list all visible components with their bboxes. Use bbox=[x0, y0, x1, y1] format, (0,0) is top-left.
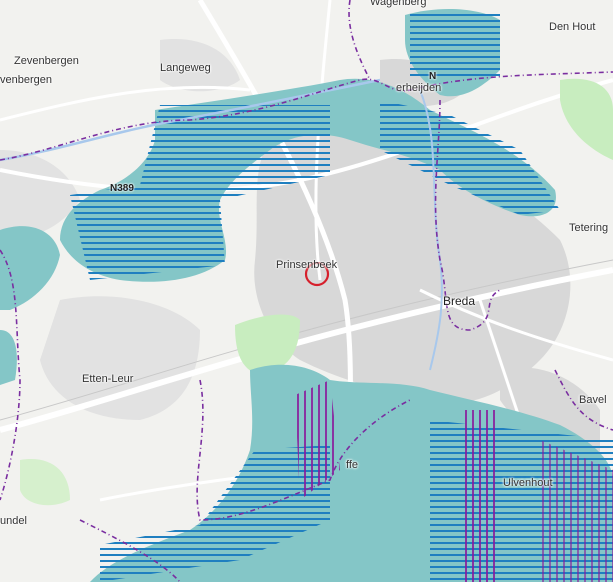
place-label-ulvenhout: Ulvenhout bbox=[503, 477, 553, 489]
place-label-zevenbergen-partial: venbergen bbox=[0, 74, 52, 86]
place-label-zevenbergen: Zevenbergen bbox=[14, 55, 79, 67]
place-label-den-hout: Den Hout bbox=[549, 21, 596, 33]
place-label-wagenberg: Wagenberg bbox=[370, 0, 427, 8]
place-label-rucphen-partial: undel bbox=[0, 515, 27, 527]
road-label-n389: N389 bbox=[110, 183, 134, 194]
place-label-terheijden: erheijden bbox=[396, 82, 442, 94]
place-label-breda: Breda bbox=[443, 294, 476, 308]
place-label-teteringen: Tetering bbox=[569, 222, 609, 234]
place-label-prinsenbeek: Prinsenbeek bbox=[276, 259, 338, 271]
map-layers bbox=[0, 0, 613, 582]
place-label-etten-leur: Etten-Leur bbox=[82, 373, 134, 385]
road-label-n: N bbox=[429, 71, 437, 82]
map-canvas[interactable]: Wagenberg Den Hout Zevenbergen Langeweg … bbox=[0, 0, 613, 582]
place-label-langeweg: Langeweg bbox=[160, 62, 211, 74]
place-label-effen: ffe bbox=[346, 459, 359, 471]
place-label-bavel: Bavel bbox=[579, 394, 607, 406]
